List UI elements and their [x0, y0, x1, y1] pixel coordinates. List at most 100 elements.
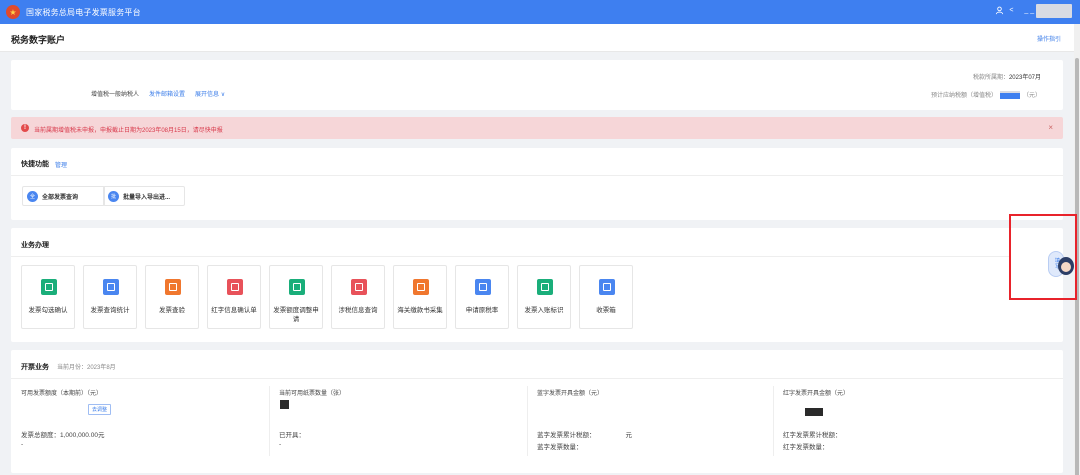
account-info-card: 增值税一般纳税人 发件邮箱设置 展开信息 ∨ 税款所属期：2023年07月 预计…: [11, 60, 1063, 110]
page-header: 税务数字账户 操作指引: [0, 24, 1074, 52]
adjust-button[interactable]: 去调整: [88, 404, 112, 415]
batch-icon: 批: [108, 190, 119, 202]
user-menu-arrow: <: [1009, 7, 1014, 14]
column-divider: [527, 386, 528, 456]
user-name-redaction: [1036, 4, 1072, 18]
available-quota-head: 可用发票额度（本期前）（元）: [21, 391, 103, 397]
user-icon: [996, 6, 1004, 15]
paper-invoice-column: 当前可用纸票数量（张） 已开具： -: [279, 388, 519, 468]
paper-count-redaction: [280, 400, 289, 409]
available-quota-column: 可用发票额度（本期前）（元） 去调整 发票总额度：1,000,000.00元 -: [21, 388, 261, 468]
tile-label: 红字信息确认单: [211, 307, 257, 314]
issued-label: 已开具：: [279, 432, 305, 439]
quick-item-batch-import-export[interactable]: 批 批量导入导出进...: [103, 186, 185, 206]
declaration-alert: ! 当前属期增值税未申报，申报截止日期为2023年08月15日，请尽快申报 ×: [11, 117, 1063, 139]
quick-functions-title: 快捷功能: [21, 161, 49, 168]
column-divider: [269, 386, 270, 456]
tile-customs-collect[interactable]: 海关缴款书采集: [393, 265, 447, 329]
tile-invoice-verify[interactable]: 发票查验: [145, 265, 199, 329]
tax-period: 税款所属期：2023年07月: [973, 72, 1041, 81]
divider: [11, 175, 1063, 176]
query-stats-icon: [103, 279, 119, 295]
manage-link[interactable]: 管理: [55, 160, 67, 169]
tile-entry-mark[interactable]: 发票入账标识: [517, 265, 571, 329]
tax-info-icon: [351, 279, 367, 295]
top-bar: ★ 国家税务总局电子发票服务平台 < _ _ _: [0, 0, 1080, 24]
quick-item-label: 全部发票查询: [42, 194, 79, 201]
all-invoice-icon: 全: [27, 190, 38, 202]
invoicing-card: 开票业务 当前月份：2023年8月 可用发票额度（本期前）（元） 去调整 发票总…: [11, 350, 1063, 473]
paper-invoice-head: 当前可用纸票数量（张）: [279, 391, 346, 397]
red-count-label: 红字发票数量：: [783, 444, 829, 451]
blue-tax: 蓝字发票累计税额： 元: [537, 429, 632, 439]
tile-label: 收票箱: [596, 307, 616, 314]
operation-guide-link[interactable]: 操作指引: [1037, 34, 1061, 43]
tile-label: 发票额度调整申请: [273, 307, 319, 323]
red-letter-icon: [227, 279, 243, 295]
quick-item-all-invoice-query[interactable]: 全 全部发票查询: [22, 186, 105, 206]
tile-invoice-check-confirm[interactable]: 发票勾选确认: [21, 265, 75, 329]
divider: [11, 256, 1011, 257]
dash-value: -: [279, 441, 282, 448]
verify-icon: [165, 279, 181, 295]
tile-label: 发票入账标识: [524, 307, 564, 314]
user-menu[interactable]: < _ _ _: [995, 6, 1040, 15]
blue-count-label: 蓝字发票数量：: [537, 444, 583, 451]
help-assistant[interactable]: 填写: [1044, 247, 1076, 281]
platform-title: 国家税务总局电子发票服务平台: [26, 7, 141, 17]
entry-mark-icon: [537, 279, 553, 295]
quick-item-label: 批量导入导出进...: [123, 194, 171, 201]
blue-tax-label: 蓝字发票累计税额：: [537, 432, 596, 439]
expand-info-link[interactable]: 展开信息 ∨: [195, 89, 225, 98]
tax-period-value: 2023年07月: [1008, 75, 1041, 81]
close-icon[interactable]: ×: [1048, 123, 1053, 132]
quick-functions-card: 快捷功能 管理 全 全部发票查询 批 批量导入导出进...: [11, 148, 1063, 220]
tile-invoice-query-stats[interactable]: 发票查询统计: [83, 265, 137, 329]
tile-label: 申请原税率: [465, 307, 499, 314]
blue-invoice-column: 蓝字发票开具金额（元） 蓝字发票累计税额： 元 蓝字发票数量：: [537, 388, 767, 468]
estimated-tax-redaction: [999, 90, 1020, 99]
tile-original-rate[interactable]: 申请原税率: [455, 265, 509, 329]
red-amount-redaction: [805, 408, 823, 416]
warning-icon: !: [21, 124, 29, 132]
blue-invoice-head: 蓝字发票开具金额（元）: [537, 391, 604, 397]
tax-emblem-icon: ★: [6, 5, 20, 19]
tile-quota-adjust[interactable]: 发票额度调整申请: [269, 265, 323, 329]
tile-label: 海关缴款书采集: [397, 307, 443, 314]
red-invoice-head: 红字发票开具金额（元）: [783, 391, 850, 397]
red-tax-label: 红字发票累计税额：: [783, 432, 842, 439]
total-quota: 发票总额度：1,000,000.00元: [21, 429, 104, 439]
tile-label: 发票查询统计: [90, 307, 130, 314]
alert-message: 当前属期增值税未申报，申报截止日期为2023年08月15日，请尽快申报: [34, 128, 223, 134]
mail-icon: [599, 279, 615, 295]
tile-red-letter-confirm[interactable]: 红字信息确认单: [207, 265, 261, 329]
business-title: 业务办理: [21, 242, 49, 249]
assistant-avatar-icon: [1058, 257, 1074, 275]
email-setting-link[interactable]: 发件邮箱设置: [149, 89, 185, 98]
tile-label: 发票查验: [159, 307, 185, 314]
total-quota-label: 发票总额度：: [21, 432, 60, 439]
tile-inbox[interactable]: 收票箱: [579, 265, 633, 329]
red-invoice-column: 红字发票开具金额（元） 红字发票累计税额： 红字发票数量：: [783, 388, 1053, 468]
current-month: 当前月份：2023年8月: [57, 365, 116, 371]
business-card: 业务办理 发票勾选确认 发票查询统计 发票查验 红字信息确认单 发票额度调整申请…: [11, 228, 1063, 342]
customs-icon: [413, 279, 429, 295]
page-title: 税务数字账户: [11, 35, 66, 45]
invoicing-title: 开票业务: [21, 364, 49, 371]
check-confirm-icon: [41, 279, 57, 295]
quota-adjust-icon: [289, 279, 305, 295]
blue-tax-unit: 元: [625, 432, 633, 439]
dash-value: -: [21, 441, 24, 448]
total-quota-value: 1,000,000.00元: [60, 432, 105, 439]
estimated-tax-label: 预计应纳税额（增值税）: [930, 93, 997, 99]
estimated-tax-unit: （元）: [1022, 93, 1041, 99]
taxpayer-type: 增值税一般纳税人: [91, 92, 140, 98]
rate-icon: [475, 279, 491, 295]
estimated-tax: 预计应纳税额（增值税） （元）: [931, 90, 1041, 99]
tile-label: 发票勾选确认: [28, 307, 68, 314]
tile-label: 涉税信息查询: [338, 307, 378, 314]
divider: [11, 378, 1063, 379]
column-divider: [773, 386, 774, 456]
taxpayer-info: 增值税一般纳税人 发件邮箱设置 展开信息 ∨: [91, 89, 225, 98]
tile-tax-info-query[interactable]: 涉税信息查询: [331, 265, 385, 329]
